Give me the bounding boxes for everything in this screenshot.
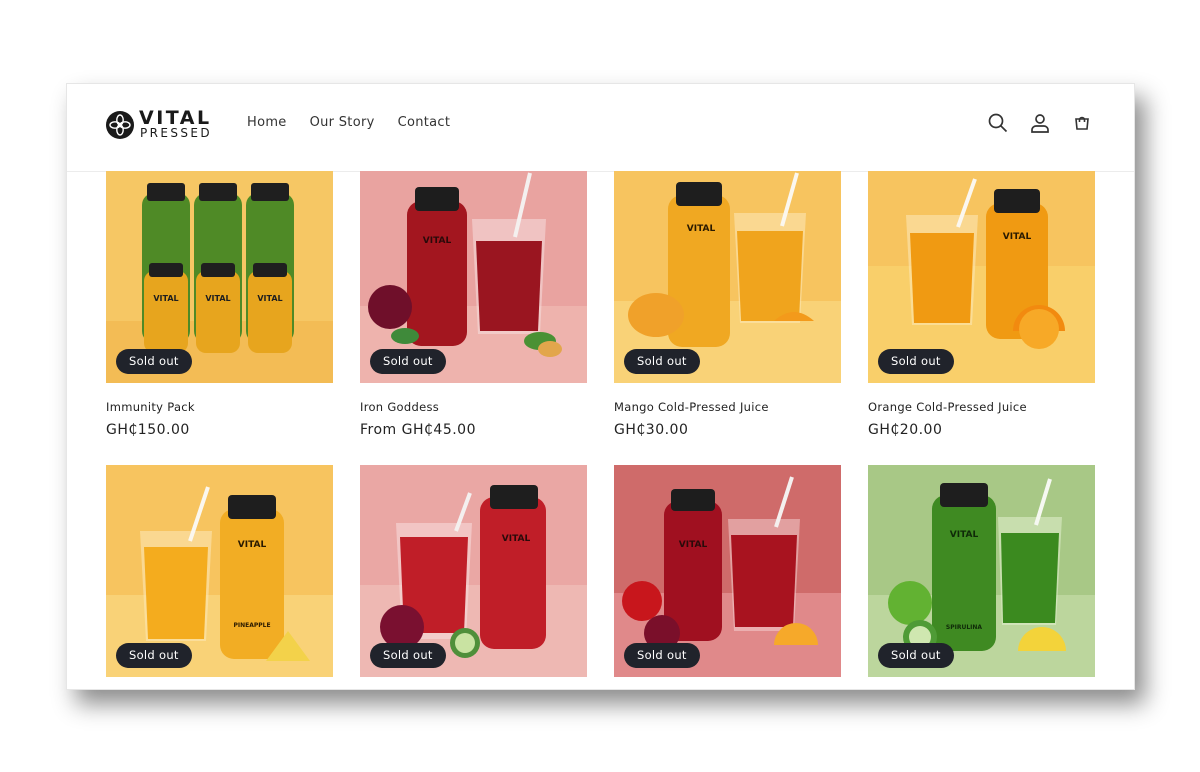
product-price: From GH₵45.00 <box>360 422 476 438</box>
product-card[interactable]: VITAL Sold out Orange Cold-Pressed Juice… <box>868 171 1095 438</box>
product-card[interactable]: VITAL Sold out Mango Cold-Pressed Juice … <box>614 171 841 438</box>
product-image[interactable]: VITAL SPIRULINA Sold out <box>868 465 1095 677</box>
bottle-label: VITAL <box>950 530 979 540</box>
bottle-sublabel: SPIRULINA <box>946 624 983 631</box>
product-card[interactable]: VITAL Sold out <box>360 465 587 677</box>
product-price: GH₵30.00 <box>614 422 689 438</box>
bottle-sublabel: PINEAPPLE <box>233 622 270 629</box>
nav-contact[interactable]: Contact <box>398 115 451 130</box>
site-header: VITAL PRESSED Home Our Story Contact <box>67 84 1134 172</box>
nav-our-story[interactable]: Our Story <box>310 115 375 130</box>
product-card[interactable]: VITAL SPIRULINA Sold out <box>868 465 1095 677</box>
product-card[interactable]: VITAL Sold out <box>614 465 841 677</box>
bottle-label: VITAL <box>257 294 282 303</box>
cart-icon[interactable] <box>1070 111 1094 135</box>
sold-out-badge: Sold out <box>624 349 700 374</box>
product-image[interactable]: VITAL Sold out <box>360 171 587 383</box>
bottle-label: VITAL <box>423 236 452 246</box>
product-card[interactable]: VITAL PINEAPPLE Sold out <box>106 465 333 677</box>
bottle-label: VITAL <box>205 294 230 303</box>
product-title[interactable]: Mango Cold-Pressed Juice <box>614 400 841 414</box>
product-title[interactable]: Iron Goddess <box>360 400 587 414</box>
sold-out-badge: Sold out <box>116 349 192 374</box>
bottle-label: VITAL <box>687 224 716 234</box>
search-icon[interactable] <box>986 111 1010 135</box>
bottle-label: VITAL <box>238 540 267 550</box>
product-image[interactable]: VITAL PINEAPPLE Sold out <box>106 465 333 677</box>
sold-out-badge: Sold out <box>878 349 954 374</box>
product-card[interactable]: VITAL Sold out Iron Goddess From GH₵45.0… <box>360 171 587 438</box>
nav-home[interactable]: Home <box>247 115 287 130</box>
account-icon[interactable] <box>1028 111 1052 135</box>
logo-text-bottom: PRESSED <box>140 126 213 140</box>
product-image[interactable]: VITAL Sold out <box>614 171 841 383</box>
sold-out-badge: Sold out <box>878 643 954 668</box>
product-price: GH₵150.00 <box>106 422 190 438</box>
bottle-label: VITAL <box>679 540 708 550</box>
sold-out-badge: Sold out <box>370 349 446 374</box>
bottle-label: VITAL <box>153 294 178 303</box>
bottle-label: VITAL <box>1003 232 1032 242</box>
browser-window: VITAL PRESSED Home Our Story Contact VIT… <box>66 83 1135 690</box>
header-actions <box>968 111 1094 135</box>
bottle-label: VITAL <box>502 534 531 544</box>
product-image[interactable]: VITAL VITAL VITAL Sold out <box>106 171 333 383</box>
product-image[interactable]: VITAL Sold out <box>360 465 587 677</box>
product-card[interactable]: VITAL VITAL VITAL Sold out Immunity Pack… <box>106 171 333 438</box>
logo-icon <box>106 111 134 139</box>
product-price: GH₵20.00 <box>868 422 943 438</box>
product-title[interactable]: Immunity Pack <box>106 400 333 414</box>
product-title[interactable]: Orange Cold-Pressed Juice <box>868 400 1095 414</box>
main-nav: Home Our Story Contact <box>247 115 473 130</box>
product-image[interactable]: VITAL Sold out <box>614 465 841 677</box>
product-image[interactable]: VITAL Sold out <box>868 171 1095 383</box>
sold-out-badge: Sold out <box>370 643 446 668</box>
sold-out-badge: Sold out <box>116 643 192 668</box>
sold-out-badge: Sold out <box>624 643 700 668</box>
